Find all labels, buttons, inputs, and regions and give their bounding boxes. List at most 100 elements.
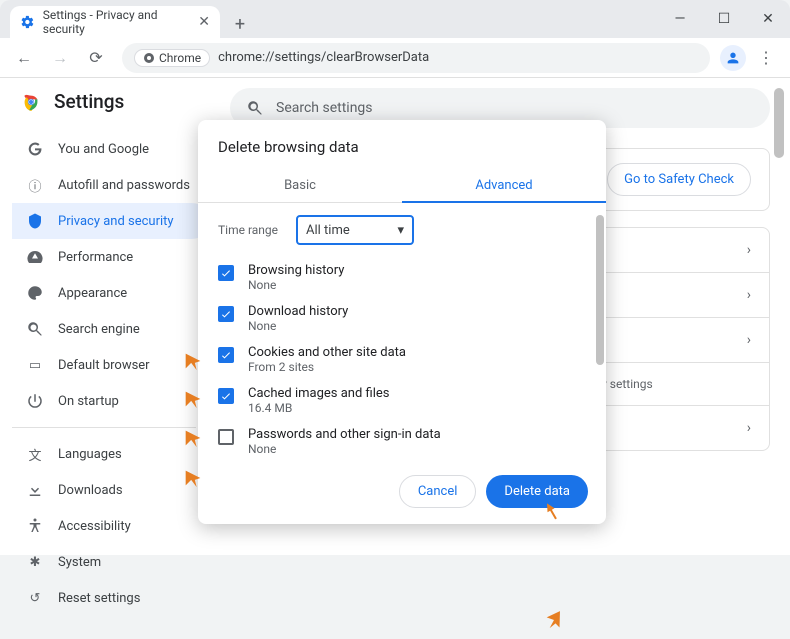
search-icon bbox=[26, 320, 44, 338]
sidebar-item-label: You and Google bbox=[58, 142, 149, 157]
checkbox-title: Browsing history bbox=[248, 263, 344, 278]
chevron-right-icon: › bbox=[747, 420, 751, 436]
tab-advanced[interactable]: Advanced bbox=[402, 170, 606, 203]
dialog-title: Delete browsing data bbox=[198, 120, 606, 170]
dialog-scrollbar[interactable] bbox=[596, 215, 604, 365]
main-scrollbar[interactable] bbox=[774, 88, 784, 545]
sidebar-item-reset[interactable]: ↺ Reset settings bbox=[12, 580, 210, 616]
annotation-arrow bbox=[182, 467, 204, 487]
checkbox[interactable] bbox=[218, 347, 234, 363]
checkbox-row[interactable]: Cookies and other site dataFrom 2 sites bbox=[218, 339, 586, 380]
window-titlebar: Settings - Privacy and security ✕ + — ☐ … bbox=[0, 0, 790, 38]
sidebar-item-label: Privacy and security bbox=[58, 214, 174, 229]
address-bar[interactable]: Chrome chrome://settings/clearBrowserDat… bbox=[122, 43, 710, 73]
sidebar-item-label: Autofill and passwords bbox=[58, 178, 190, 193]
chevron-right-icon: › bbox=[747, 242, 751, 258]
cancel-button[interactable]: Cancel bbox=[399, 475, 477, 508]
sidebar-item-appearance[interactable]: Appearance bbox=[12, 275, 210, 311]
window-minimize-button[interactable]: — bbox=[658, 0, 702, 38]
tab-title: Settings - Privacy and security bbox=[43, 8, 191, 36]
new-tab-button[interactable]: + bbox=[226, 10, 254, 38]
checkbox[interactable] bbox=[218, 306, 234, 322]
google-icon bbox=[26, 140, 44, 158]
browser-tab[interactable]: Settings - Privacy and security ✕ bbox=[10, 6, 220, 38]
autofill-icon: ⓘ bbox=[26, 176, 44, 194]
search-placeholder: Search settings bbox=[276, 100, 373, 116]
sidebar-item-default-browser[interactable]: ▭ Default browser bbox=[12, 347, 210, 383]
sidebar-item-search-engine[interactable]: Search engine bbox=[12, 311, 210, 347]
checkbox-row[interactable]: Download historyNone bbox=[218, 298, 586, 339]
checkbox-row[interactable]: Browsing historyNone bbox=[218, 257, 586, 298]
settings-title: Settings bbox=[54, 90, 124, 113]
browser-toolbar: ← → ⟳ Chrome chrome://settings/clearBrow… bbox=[0, 38, 790, 78]
sidebar-item-label: On startup bbox=[58, 394, 119, 409]
checkbox[interactable] bbox=[218, 429, 234, 445]
settings-sidebar: Settings You and Google ⓘ Autofill and pa… bbox=[0, 78, 210, 555]
window-maximize-button[interactable]: ☐ bbox=[702, 0, 746, 38]
annotation-arrow bbox=[182, 350, 204, 370]
forward-button[interactable]: → bbox=[44, 42, 76, 74]
back-button[interactable]: ← bbox=[8, 42, 40, 74]
sidebar-item-performance[interactable]: Performance bbox=[12, 239, 210, 275]
profile-avatar[interactable] bbox=[720, 45, 746, 71]
speed-icon bbox=[26, 248, 44, 266]
delete-browsing-data-dialog: Delete browsing data Basic Advanced Time… bbox=[198, 120, 606, 524]
chrome-icon bbox=[143, 52, 155, 64]
sidebar-item-privacy[interactable]: Privacy and security bbox=[12, 203, 210, 239]
time-range-select[interactable]: All time ▾ bbox=[296, 215, 414, 245]
sidebar-divider bbox=[12, 427, 196, 428]
checkbox-subtitle: From 2 sites bbox=[248, 360, 406, 374]
scrollbar-thumb[interactable] bbox=[774, 88, 784, 158]
chip-label: Chrome bbox=[159, 51, 201, 65]
sidebar-item-label: Search engine bbox=[58, 322, 140, 337]
time-range-value: All time bbox=[306, 223, 350, 238]
checkbox[interactable] bbox=[218, 388, 234, 404]
dialog-body: Time range All time ▾ Browsing historyNo… bbox=[198, 203, 606, 463]
sidebar-item-languages[interactable]: 文Languages bbox=[12, 436, 210, 472]
system-icon: ✱ bbox=[26, 553, 44, 571]
sidebar-item-on-startup[interactable]: On startup bbox=[12, 383, 210, 419]
browser-icon: ▭ bbox=[26, 356, 44, 374]
paint-icon bbox=[26, 284, 44, 302]
sidebar-item-label: Languages bbox=[58, 447, 122, 462]
menu-button[interactable]: ⋮ bbox=[750, 42, 782, 74]
checkbox-row[interactable]: Passwords and other sign-in dataNone bbox=[218, 421, 586, 462]
sidebar-item-label: Downloads bbox=[58, 483, 123, 498]
checkbox-title: Cookies and other site data bbox=[248, 345, 406, 360]
checkbox-row[interactable]: Autofill form data bbox=[218, 462, 586, 463]
power-icon bbox=[26, 392, 44, 410]
checkbox-title: Passwords and other sign-in data bbox=[248, 427, 441, 442]
dialog-tabs: Basic Advanced bbox=[198, 170, 606, 203]
sidebar-item-accessibility[interactable]: Accessibility bbox=[12, 508, 210, 544]
sidebar-item-label: Appearance bbox=[58, 286, 127, 301]
go-to-safety-check-button[interactable]: Go to Safety Check bbox=[607, 163, 751, 196]
sidebar-item-label: Accessibility bbox=[58, 519, 131, 534]
sidebar-item-you-and-google[interactable]: You and Google bbox=[12, 131, 210, 167]
sidebar-item-label: Reset settings bbox=[58, 591, 140, 606]
delete-data-button[interactable]: Delete data bbox=[486, 475, 588, 508]
checkbox[interactable] bbox=[218, 265, 234, 281]
chevron-right-icon: › bbox=[747, 332, 751, 348]
checkbox-title: Cached images and files bbox=[248, 386, 389, 401]
reset-icon: ↺ bbox=[26, 589, 44, 607]
sidebar-item-label: Performance bbox=[58, 250, 133, 265]
time-range-row: Time range All time ▾ bbox=[218, 215, 586, 245]
tab-close-icon[interactable]: ✕ bbox=[198, 14, 210, 30]
checkbox-row[interactable]: Cached images and files16.4 MB bbox=[218, 380, 586, 421]
sidebar-item-system[interactable]: ✱ System bbox=[12, 544, 210, 580]
sidebar-item-downloads[interactable]: Downloads bbox=[12, 472, 210, 508]
settings-brand: Settings bbox=[12, 90, 210, 113]
reload-button[interactable]: ⟳ bbox=[80, 42, 112, 74]
annotation-arrow bbox=[542, 606, 570, 633]
sidebar-item-label: System bbox=[58, 555, 101, 570]
sidebar-item-autofill[interactable]: ⓘ Autofill and passwords bbox=[12, 167, 210, 203]
checkbox-subtitle: None bbox=[248, 319, 348, 333]
tab-basic[interactable]: Basic bbox=[198, 170, 402, 203]
checkbox-subtitle: None bbox=[248, 278, 344, 292]
accessibility-icon bbox=[26, 517, 44, 535]
chevron-down-icon: ▾ bbox=[397, 223, 404, 238]
site-chip[interactable]: Chrome bbox=[134, 49, 210, 67]
sidebar-item-label: Default browser bbox=[58, 358, 150, 373]
search-icon bbox=[246, 99, 264, 117]
window-close-button[interactable]: ✕ bbox=[746, 0, 790, 38]
